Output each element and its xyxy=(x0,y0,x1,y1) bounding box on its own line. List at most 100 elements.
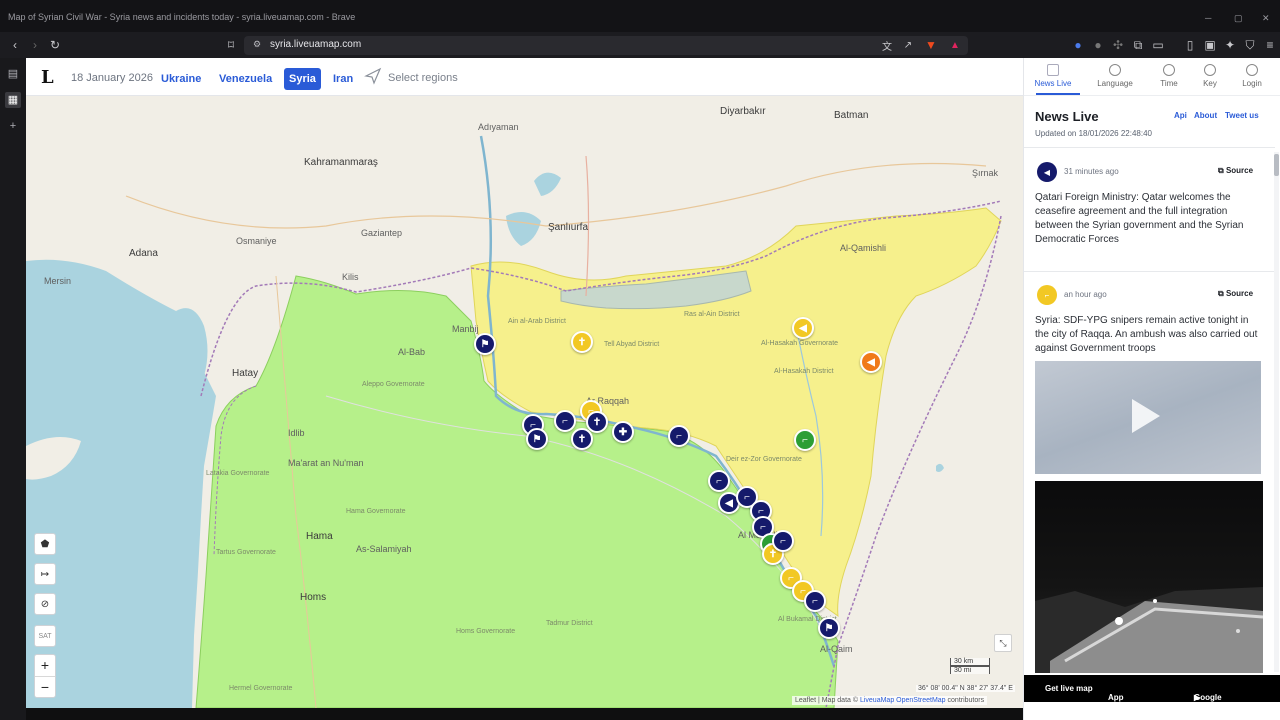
region-link-iran[interactable]: Iran xyxy=(328,71,358,87)
incident-marker[interactable]: ✝ xyxy=(571,331,593,353)
night-scene-image xyxy=(1035,587,1263,673)
draw-polygon-icon[interactable]: ⬟ xyxy=(34,533,56,555)
document-icon xyxy=(1047,64,1059,76)
incident-marker[interactable]: ✝ xyxy=(571,428,593,450)
conflict-map[interactable]: Diyarbakır Batman Adıyaman Kahramanmaraş… xyxy=(26,96,1023,708)
video-thumbnail[interactable] xyxy=(1035,361,1261,474)
liveuamap-logo[interactable]: L xyxy=(41,67,54,88)
tweet-us-link[interactable]: Tweet us xyxy=(1225,111,1259,120)
map-label: Al-Hasakah Governorate xyxy=(761,340,839,347)
site-info-icon[interactable]: ⚙ xyxy=(253,39,261,50)
map-label: Kilis xyxy=(342,272,359,282)
select-regions-button[interactable]: Select regions xyxy=(388,72,458,84)
site-header: L 18 January 2026 Ukraine Venezuela Syri… xyxy=(26,58,1023,96)
address-bar[interactable]: ⚙ syria.liveuamap.com xyxy=(244,36,968,55)
browser-sidebar: ▤ ▦ + xyxy=(0,58,26,720)
region-link-syria[interactable]: Syria xyxy=(284,68,321,90)
download-icon[interactable]: ▭ xyxy=(1149,32,1167,58)
current-date: 18 January 2026 xyxy=(71,72,153,84)
incident-marker[interactable]: ⌐ xyxy=(794,429,816,451)
incident-marker[interactable]: ⚑ xyxy=(474,333,496,355)
source-link[interactable]: ⧉ Source xyxy=(1218,289,1253,299)
map-label: Tell Abyad District xyxy=(604,341,660,348)
zoom-control: + − xyxy=(34,654,56,698)
incident-marker[interactable]: ◀ xyxy=(860,351,882,373)
panel-scrollbar[interactable] xyxy=(1274,152,1279,672)
sidebar-panel-icon[interactable]: ▤ xyxy=(5,66,21,82)
megaphone-icon: ◀ xyxy=(725,497,733,509)
incident-marker[interactable]: ⌐ xyxy=(554,410,576,432)
zoom-in-button[interactable]: + xyxy=(35,655,55,676)
rifle-icon: ⌐ xyxy=(812,595,818,607)
sidebar-app-icon[interactable]: ▦ xyxy=(5,92,21,108)
zoom-out-button[interactable]: − xyxy=(35,676,55,697)
wallet-icon[interactable]: ▣ xyxy=(1201,32,1219,58)
megaphone-icon: ◀ xyxy=(1037,162,1057,182)
sidebar-toggle-icon[interactable]: ▯ xyxy=(1181,32,1199,58)
vpn-shield-icon[interactable]: ⛉ xyxy=(1241,32,1259,58)
extensions-icon[interactable]: ⧉ xyxy=(1129,32,1147,58)
incident-marker[interactable]: ◀ xyxy=(792,317,814,339)
incident-marker[interactable]: ⌐ xyxy=(772,530,794,552)
rifle-icon: ⌐ xyxy=(758,505,764,517)
minimize-icon[interactable]: ─ xyxy=(1205,13,1211,23)
map-label: Mersin xyxy=(44,276,72,286)
forward-icon[interactable]: › xyxy=(26,32,44,58)
attribution-prefix: Leaflet | Map data © xyxy=(795,697,859,704)
translate-icon[interactable]: 文 xyxy=(878,32,896,58)
get-live-map-label: Get live map xyxy=(1045,684,1093,693)
attribution-links[interactable]: LiveuaMap OpenStreetMap xyxy=(860,697,946,704)
share-icon[interactable]: ↗ xyxy=(899,32,917,58)
clock-icon xyxy=(1163,64,1175,76)
cursor-coordinates: 36° 08' 00.4" N 38° 27' 37.4" E xyxy=(916,685,1015,692)
incident-marker[interactable]: ⌐ xyxy=(668,425,690,447)
play-icon[interactable] xyxy=(1132,399,1160,433)
news-item-text[interactable]: Qatari Foreign Ministry: Qatar welcomes … xyxy=(1035,191,1263,247)
news-item-text[interactable]: Syria: SDF-YPG snipers remain active ton… xyxy=(1035,314,1263,356)
rifle-icon: ⌐ xyxy=(760,521,766,533)
about-link[interactable]: About xyxy=(1194,111,1217,120)
back-icon[interactable]: ‹ xyxy=(6,32,24,58)
medical-icon: ✚ xyxy=(618,426,628,438)
incident-marker[interactable]: ✝ xyxy=(586,411,608,433)
maximize-icon[interactable]: ▢ xyxy=(1234,13,1243,24)
tab-news-live[interactable]: News Live xyxy=(1024,64,1082,88)
login-icon xyxy=(1246,64,1258,76)
vpn-icon[interactable]: ● xyxy=(1069,32,1087,58)
scale-mi: 30 mi xyxy=(950,666,990,674)
hide-layer-icon[interactable]: ⊘ xyxy=(34,593,56,615)
close-icon[interactable]: ✕ xyxy=(1262,13,1270,24)
add-icon[interactable]: + xyxy=(5,118,21,134)
news-image[interactable] xyxy=(1035,481,1263,673)
incident-marker[interactable]: ✚ xyxy=(612,421,634,443)
satellite-toggle[interactable]: SAT xyxy=(34,625,56,647)
map-label: Hatay xyxy=(232,368,259,379)
scroll-thumb[interactable] xyxy=(1274,154,1279,176)
region-link-venezuela[interactable]: Venezuela xyxy=(214,71,277,87)
leo-icon[interactable]: ✦ xyxy=(1221,32,1239,58)
incident-marker[interactable]: ⌐ xyxy=(708,470,730,492)
incident-marker[interactable]: ⚑ xyxy=(526,428,548,450)
measure-icon[interactable]: ↦ xyxy=(34,563,56,585)
reload-icon[interactable]: ↻ xyxy=(46,32,64,58)
extension-icon[interactable]: ● xyxy=(1089,32,1107,58)
region-link-ukraine[interactable]: Ukraine xyxy=(156,71,206,87)
bookmark-icon[interactable]: ⌑ xyxy=(222,32,240,58)
map-label: Ma'arat an Nu'man xyxy=(288,458,364,468)
map-label: Adıyaman xyxy=(478,122,519,132)
tab-login[interactable]: Login xyxy=(1223,64,1280,88)
map-label: Osmaniye xyxy=(236,236,277,246)
api-link[interactable]: Api xyxy=(1174,111,1187,120)
menu-icon[interactable]: ≡ xyxy=(1261,32,1279,58)
fullscreen-icon[interactable]: ⤡ xyxy=(994,634,1012,652)
megaphone-icon: ◀ xyxy=(799,322,807,334)
brave-shields-icon[interactable]: ▼ xyxy=(922,32,940,58)
brave-rewards-icon[interactable]: ▲ xyxy=(946,32,964,58)
tab-language[interactable]: Language xyxy=(1086,64,1144,88)
map-label: Al-Hasakah District xyxy=(774,368,834,375)
map-tiles xyxy=(26,96,1023,708)
extension-icon[interactable]: ✣ xyxy=(1109,32,1127,58)
source-link[interactable]: ⧉ Source xyxy=(1218,166,1253,176)
incident-marker[interactable]: ⌐ xyxy=(804,590,826,612)
incident-marker[interactable]: ⚑ xyxy=(818,617,840,639)
